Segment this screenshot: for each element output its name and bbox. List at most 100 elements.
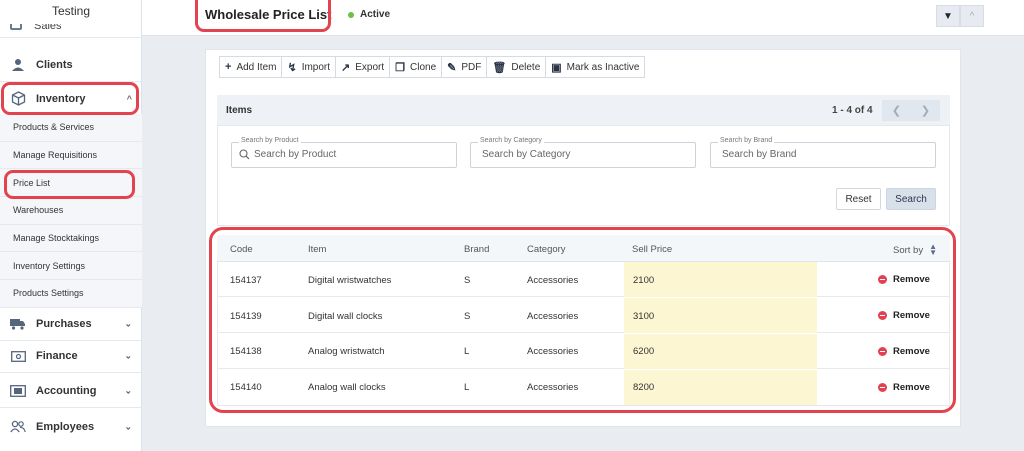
cell-category: Accessories [527, 275, 579, 286]
cell-sell-price[interactable]: 8200 [633, 382, 654, 393]
remove-label: Remove [893, 274, 930, 285]
remove-button[interactable]: Remove [878, 274, 930, 285]
column-header-item[interactable]: Item [308, 244, 326, 255]
remove-icon [878, 383, 887, 392]
sidebar-item-finance[interactable]: Finance ⌄ [0, 340, 142, 373]
column-header-brand[interactable]: Brand [464, 244, 489, 255]
search-button[interactable]: Search [886, 188, 936, 210]
add-item-button[interactable]: + Add Item [219, 56, 283, 78]
sort-by-label: Sort by [893, 244, 924, 256]
import-button[interactable]: ↯ Import [281, 56, 337, 78]
cell-brand: L [464, 346, 470, 357]
sidebar-item-inventory[interactable]: Inventory ^ [0, 82, 142, 115]
import-label: Import [301, 61, 331, 73]
column-header-category[interactable]: Category [527, 244, 566, 255]
search-by-category-field[interactable]: Search by Category [470, 137, 696, 168]
clone-button[interactable]: ❐ Clone [389, 56, 443, 78]
remove-icon [878, 347, 887, 356]
remove-button[interactable]: Remove [878, 310, 930, 321]
remove-button[interactable]: Remove [878, 382, 930, 393]
sidebar-item-clients[interactable]: Clients [0, 49, 142, 82]
chevron-up-icon: ^ [969, 10, 975, 22]
cell-brand: S [464, 311, 471, 322]
sidebar-item-employees[interactable]: Employees ⌄ [0, 410, 142, 443]
sidebar: Testing Sales Clients Inventory ^ Produc… [0, 0, 142, 451]
sort-by-control[interactable]: Sort by ▲ ▼ [893, 242, 938, 257]
chevron-down-icon: ▼ [943, 10, 953, 22]
remove-icon [878, 311, 887, 320]
toolbar: + Add Item ↯ Import ↗ Export ❐ Clone ✎ P… [219, 56, 646, 78]
cell-brand: S [464, 275, 471, 286]
cell-code: 154140 [230, 382, 262, 393]
sidebar-subitem-price-list[interactable]: Price List [0, 169, 142, 198]
cell-item: Digital wristwatches [308, 275, 392, 286]
cell-sell-price[interactable]: 3100 [633, 311, 654, 322]
clone-label: Clone [410, 61, 437, 73]
search-icon [239, 149, 250, 160]
search-by-category-input[interactable] [482, 149, 672, 160]
sort-icon: ▲ ▼ [929, 242, 938, 257]
status-badge: Active [348, 9, 390, 20]
remove-button[interactable]: Remove [878, 346, 930, 357]
items-pagination: ❮ ❯ [882, 100, 940, 121]
trash-icon: 🗑︎ [492, 61, 507, 74]
sidebar-subitem-products-settings[interactable]: Products Settings [0, 280, 142, 308]
sidebar-item-label: Accounting [36, 385, 97, 397]
reset-button[interactable]: Reset [836, 188, 881, 210]
cell-sell-price[interactable]: 2100 [633, 275, 654, 286]
filter-area [217, 125, 950, 226]
ledger-icon [10, 384, 26, 398]
sidebar-item-label: Sales [34, 24, 62, 32]
cell-category: Accessories [527, 346, 579, 357]
chevron-left-icon[interactable]: ❮ [892, 104, 901, 117]
export-button[interactable]: ↗ Export [335, 56, 391, 78]
remove-label: Remove [893, 346, 930, 357]
sidebar-subitem-warehouses[interactable]: Warehouses [0, 197, 142, 225]
search-by-brand-input[interactable] [722, 149, 912, 160]
sidebar-subitem-products-services[interactable]: Products & Services [0, 114, 142, 142]
sidebar-item-accounting[interactable]: Accounting ⌄ [0, 375, 142, 408]
cell-code: 154137 [230, 275, 262, 286]
chevron-down-icon: ⌄ [124, 350, 132, 361]
sidebar-subitem-manage-stocktakings[interactable]: Manage Stocktakings [0, 225, 142, 253]
sidebar-subitem-manage-requisitions[interactable]: Manage Requisitions [0, 142, 142, 170]
sidebar-item-label: Purchases [36, 318, 92, 330]
chevron-right-icon[interactable]: ❯ [921, 104, 930, 117]
next-record-button[interactable]: ▼ [936, 5, 960, 27]
column-header-code[interactable]: Code [230, 244, 253, 255]
search-by-product-input[interactable] [254, 149, 444, 160]
field-legend: Search by Brand [718, 137, 775, 144]
column-header-sell-price[interactable]: Sell Price [632, 244, 672, 255]
search-by-product-field[interactable]: Search by Product [231, 137, 457, 168]
chevron-down-icon: ⌄ [124, 421, 132, 431]
remove-icon [878, 275, 887, 284]
box-icon [10, 91, 26, 106]
cell-brand: L [464, 382, 470, 393]
plus-icon: + [225, 61, 232, 73]
sidebar-subitem-inventory-settings[interactable]: Inventory Settings [0, 252, 142, 281]
cell-code: 154139 [230, 311, 262, 322]
cell-item: Analog wall clocks [308, 382, 386, 393]
sidebar-item-sales[interactable]: Sales [0, 24, 142, 38]
money-icon [10, 349, 26, 363]
export-label: Export [355, 61, 385, 73]
users-icon [10, 420, 26, 434]
sidebar-item-purchases[interactable]: Purchases ⌄ [0, 308, 142, 341]
delete-label: Delete [511, 61, 541, 73]
add-item-label: Add Item [236, 61, 277, 73]
cell-sell-price[interactable]: 6200 [633, 346, 654, 357]
page-title: Wholesale Price List [205, 7, 332, 22]
mark-inactive-button[interactable]: ▣ Mark as Inactive [545, 56, 646, 78]
sidebar-item-label: Clients [36, 59, 73, 71]
status-dot-icon [348, 11, 354, 18]
pdf-button[interactable]: ✎ PDF [441, 56, 488, 78]
comment-icon: ▣ [551, 61, 562, 74]
truck-icon [10, 317, 26, 331]
remove-label: Remove [893, 382, 930, 393]
sidebar-item-label: Employees [36, 420, 95, 433]
search-by-brand-field[interactable]: Search by Brand [710, 137, 936, 168]
field-legend: Search by Category [478, 137, 544, 144]
delete-button[interactable]: 🗑︎ Delete [486, 56, 547, 78]
cell-code: 154138 [230, 346, 262, 357]
previous-record-button[interactable]: ^ [960, 5, 984, 27]
